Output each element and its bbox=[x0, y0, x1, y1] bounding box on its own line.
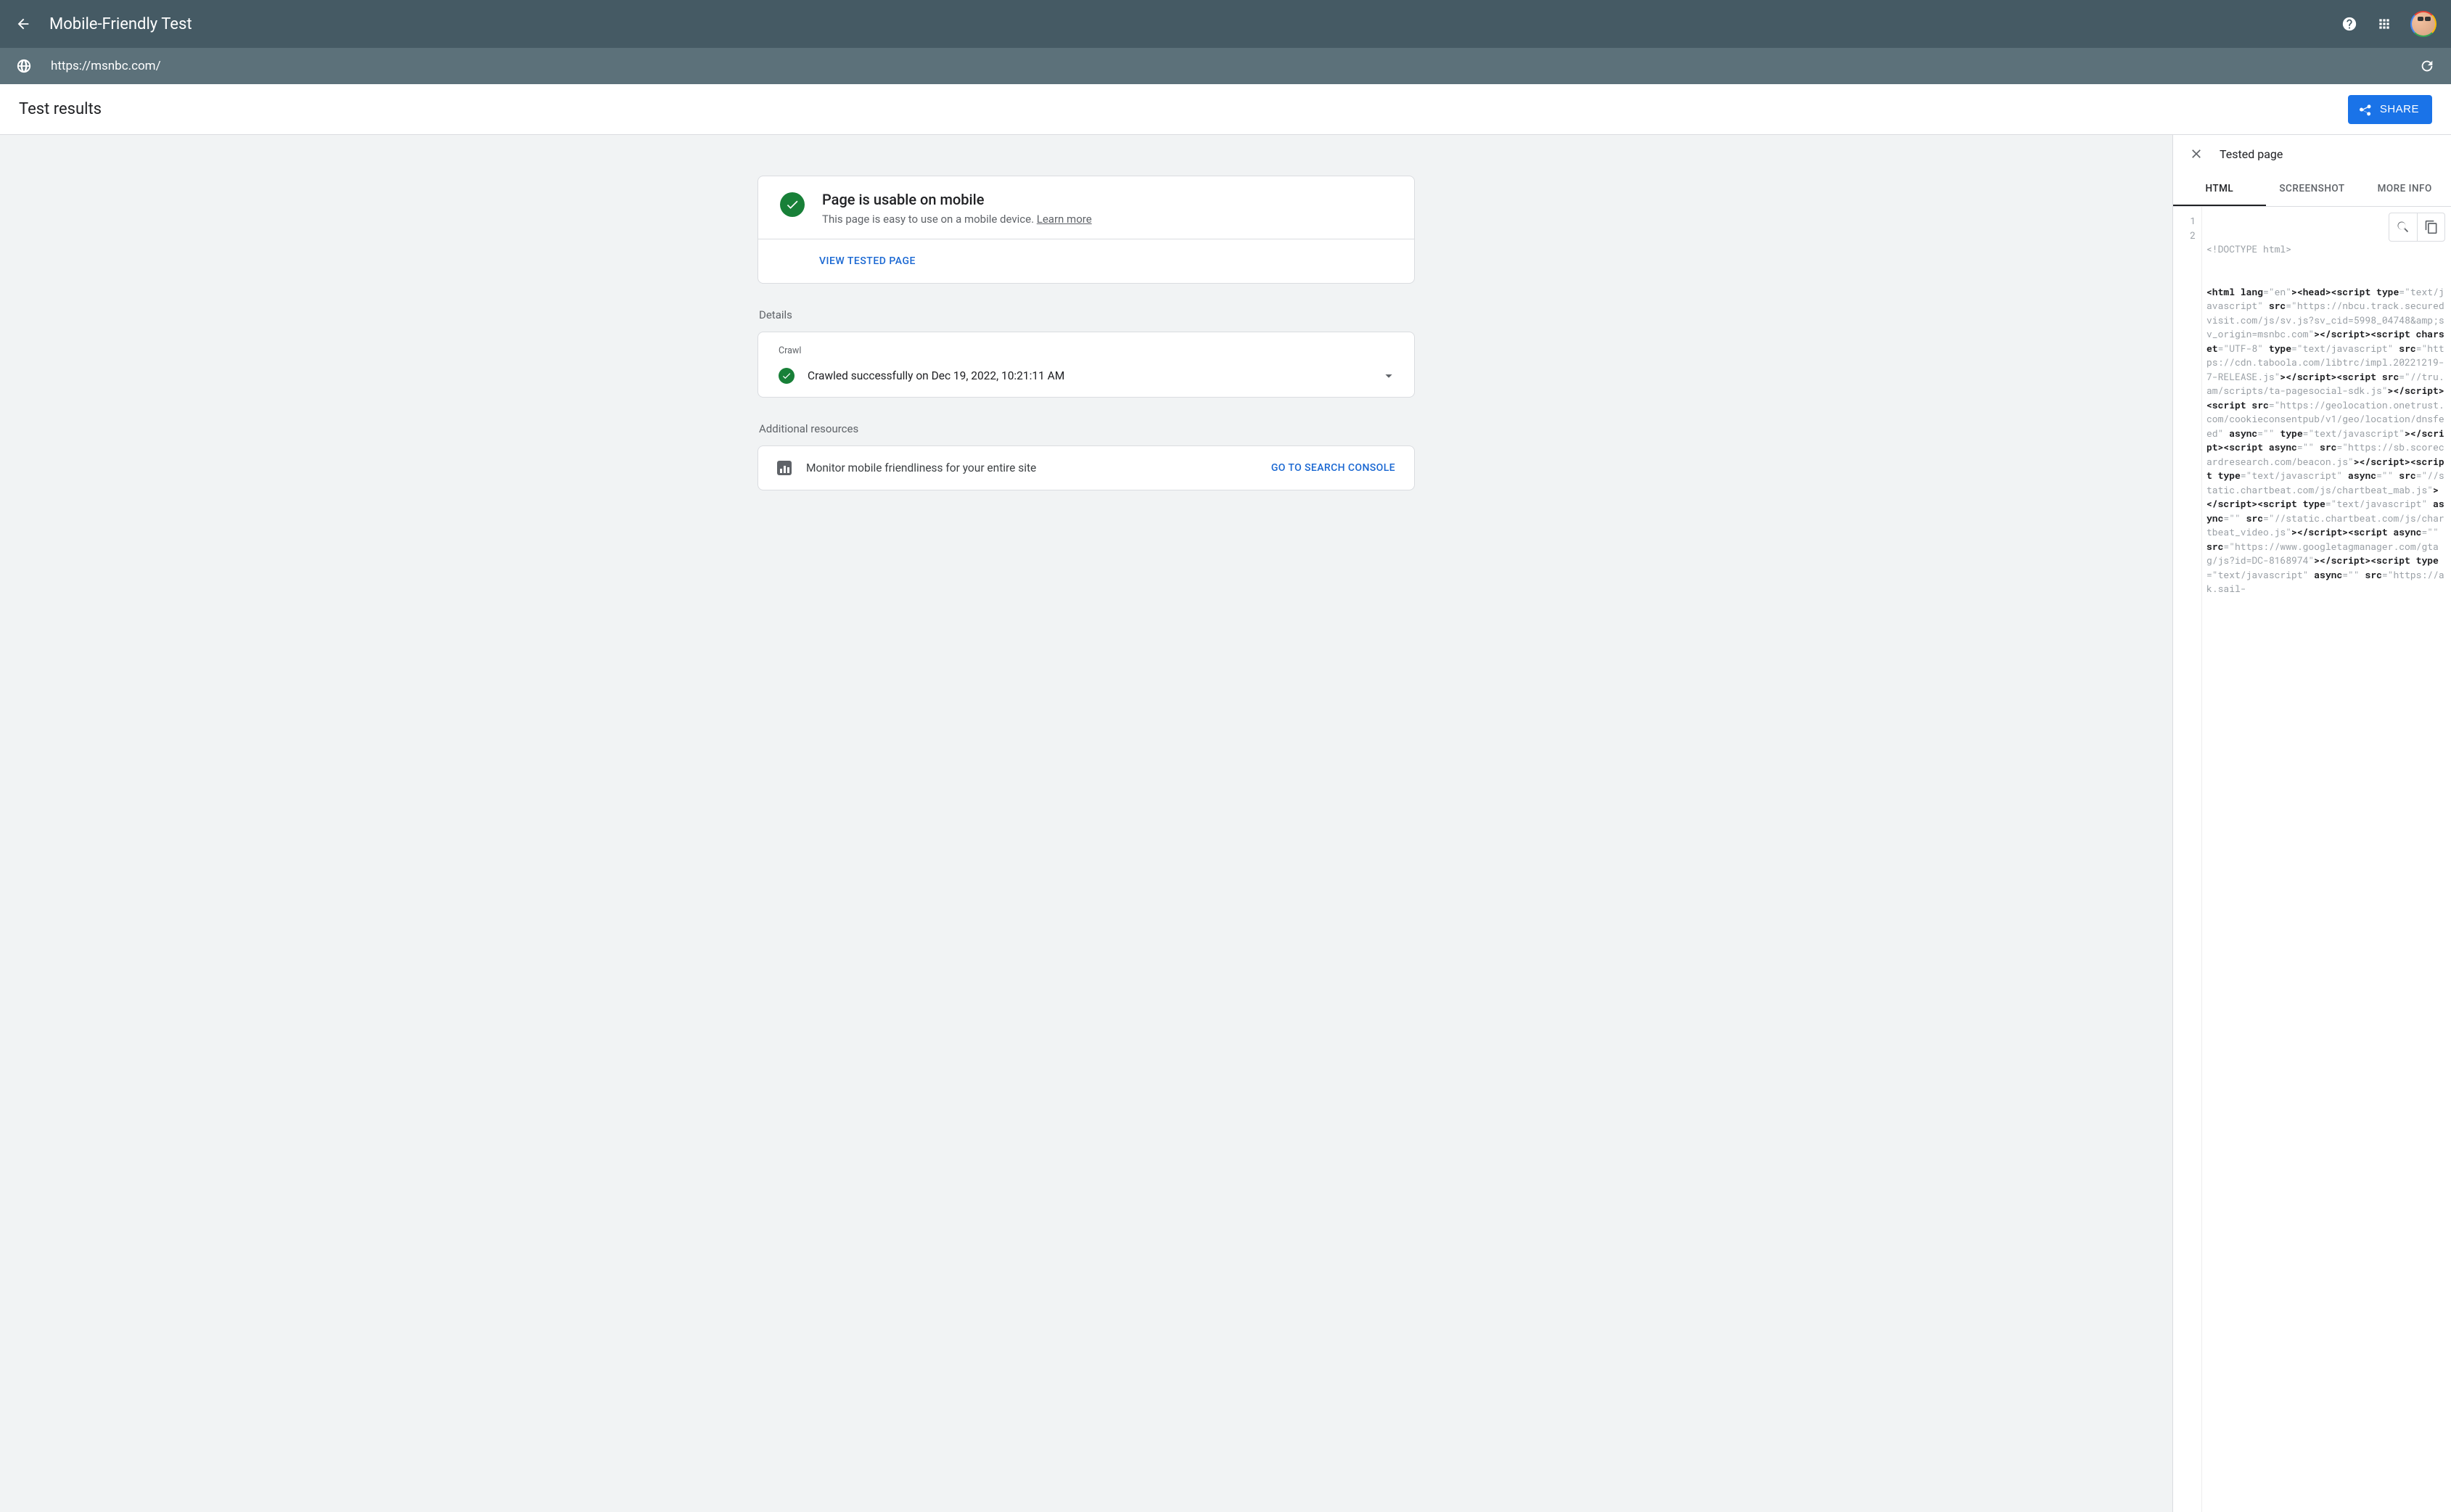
reload-button[interactable] bbox=[2419, 58, 2435, 74]
app-title: Mobile-Friendly Test bbox=[49, 15, 2341, 33]
status-title: Page is usable on mobile bbox=[822, 191, 1092, 208]
share-label: SHARE bbox=[2380, 103, 2419, 115]
app-header: Mobile-Friendly Test bbox=[0, 0, 2451, 48]
search-icon bbox=[2396, 220, 2410, 234]
help-button[interactable] bbox=[2341, 15, 2358, 33]
apps-icon bbox=[2377, 17, 2392, 31]
copy-icon bbox=[2424, 220, 2439, 234]
reload-icon bbox=[2419, 58, 2435, 74]
crawl-row[interactable]: Crawled successfully on Dec 19, 2022, 10… bbox=[779, 368, 1397, 384]
account-avatar[interactable] bbox=[2410, 11, 2436, 37]
url-bar: https://msnbc.com/ bbox=[0, 48, 2451, 84]
tab-screenshot[interactable]: SCREENSHOT bbox=[2266, 173, 2359, 206]
view-tested-page-button[interactable]: VIEW TESTED PAGE bbox=[758, 239, 1414, 283]
tab-html[interactable]: HTML bbox=[2173, 173, 2266, 206]
side-panel: Tested page HTML SCREENSHOT MORE INFO bbox=[2172, 135, 2451, 1512]
check-icon bbox=[779, 368, 795, 384]
page-title: Test results bbox=[19, 100, 2348, 118]
additional-resources-label: Additional resources bbox=[759, 422, 1415, 435]
globe-icon bbox=[16, 58, 32, 74]
back-button[interactable] bbox=[15, 15, 32, 33]
apps-button[interactable] bbox=[2376, 15, 2393, 33]
copy-code-button[interactable] bbox=[2417, 213, 2444, 241]
learn-more-link[interactable]: Learn more bbox=[1037, 213, 1092, 226]
chevron-down-icon bbox=[1381, 368, 1397, 384]
tab-more-info[interactable]: MORE INFO bbox=[2358, 173, 2451, 206]
crawl-text: Crawled successfully on Dec 19, 2022, 10… bbox=[808, 369, 1368, 382]
crawl-card: Crawl Crawled successfully on Dec 19, 20… bbox=[758, 332, 1415, 398]
side-panel-title: Tested page bbox=[2220, 147, 2283, 161]
chart-icon bbox=[777, 461, 792, 475]
monitor-text: Monitor mobile friendliness for your ent… bbox=[806, 461, 1257, 474]
status-subtitle: This page is easy to use on a mobile dev… bbox=[822, 213, 1092, 226]
close-icon bbox=[2189, 147, 2204, 161]
monitor-card: Monitor mobile friendliness for your ent… bbox=[758, 445, 1415, 490]
share-icon bbox=[2358, 102, 2373, 117]
side-tabs: HTML SCREENSHOT MORE INFO bbox=[2173, 173, 2451, 207]
source-code[interactable]: <!DOCTYPE html> <html lang="en"><head><s… bbox=[2202, 207, 2451, 1512]
subheader: Test results SHARE bbox=[0, 84, 2451, 135]
url-input[interactable]: https://msnbc.com/ bbox=[51, 59, 2419, 73]
code-viewer: 1 2 <!DOCTYPE html> <html lang="en"><hea… bbox=[2173, 207, 2451, 1512]
share-button[interactable]: SHARE bbox=[2348, 95, 2432, 124]
main-content: Page is usable on mobile This page is ea… bbox=[0, 135, 2172, 1512]
details-label: Details bbox=[759, 308, 1415, 321]
help-icon bbox=[2341, 16, 2357, 32]
line-gutter: 1 2 bbox=[2173, 207, 2202, 1512]
search-code-button[interactable] bbox=[2389, 213, 2417, 241]
go-to-search-console-link[interactable]: GO TO SEARCH CONSOLE bbox=[1271, 462, 1395, 474]
status-card: Page is usable on mobile This page is ea… bbox=[758, 176, 1415, 284]
close-panel-button[interactable] bbox=[2189, 147, 2204, 161]
arrow-left-icon bbox=[15, 16, 31, 32]
check-icon bbox=[780, 192, 805, 217]
crawl-label: Crawl bbox=[779, 345, 1397, 356]
